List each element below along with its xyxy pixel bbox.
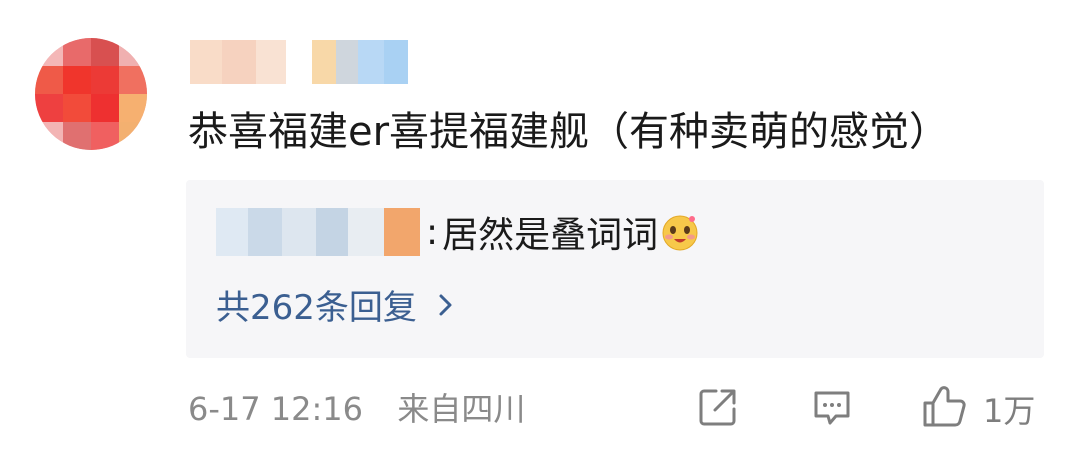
chevron-right-icon — [435, 289, 457, 319]
avatar-mosaic-tile — [63, 122, 91, 150]
location: 来自四川 — [397, 390, 526, 428]
avatar-mosaic-tile — [63, 66, 91, 94]
blur-block — [256, 40, 286, 84]
blur-block — [248, 208, 282, 256]
reply-username-blurred[interactable] — [216, 208, 420, 256]
thumbs-up-icon — [921, 383, 969, 435]
blur-block — [190, 40, 222, 84]
avatar-mosaic-tile — [35, 122, 63, 150]
reply-preview-box[interactable]: : 居然是叠词词 共262条回复 — [186, 180, 1044, 358]
view-replies-link[interactable]: 共262条回复 — [216, 280, 457, 328]
like-count: 1万 — [983, 392, 1036, 430]
avatar-mosaic-tile — [91, 38, 119, 66]
reply-count-label: 共262条回复 — [216, 287, 417, 328]
blur-block — [336, 40, 358, 84]
comment-icon — [810, 385, 854, 433]
avatar-mosaic-tile — [91, 122, 119, 150]
timestamp: 6-17 12:16 — [188, 390, 364, 428]
blur-block — [282, 208, 316, 256]
reply-separator: : — [426, 211, 439, 253]
share-button[interactable] — [696, 387, 740, 431]
user-badge-blurred — [312, 40, 408, 84]
avatar-mosaic-tile — [119, 122, 147, 150]
avatar-mosaic-tile — [119, 94, 147, 122]
avatar-mosaic-tile — [119, 38, 147, 66]
avatar-mosaic-tile — [91, 66, 119, 94]
blush-emoji-icon — [660, 212, 700, 252]
blur-block — [384, 40, 408, 84]
reply-preview: : 居然是叠词词 — [216, 206, 700, 258]
comment-text: 恭喜福建er喜提福建舰（有种卖萌的感觉） — [188, 109, 950, 155]
avatar-mosaic-tile — [119, 66, 147, 94]
comment-meta: 6-17 12:16 来自四川 — [188, 383, 525, 435]
avatar-mosaic-tile — [91, 94, 119, 122]
blur-block — [222, 40, 256, 84]
comment-footer: 6-17 12:16 来自四川 1万 — [188, 383, 1048, 435]
blur-block — [384, 208, 420, 256]
avatar[interactable] — [35, 38, 147, 150]
avatar-mosaic-tile — [63, 38, 91, 66]
avatar-mosaic-tile — [35, 38, 63, 66]
blur-block — [358, 40, 384, 84]
avatar-mosaic-tile — [35, 66, 63, 94]
avatar-mosaic-tile — [35, 94, 63, 122]
blur-block — [216, 208, 248, 256]
comment-button[interactable] — [810, 387, 854, 431]
like-button[interactable]: 1万 — [921, 386, 1036, 431]
username-blurred[interactable] — [190, 40, 286, 84]
blur-block — [316, 208, 348, 256]
avatar-mosaic-tile — [63, 94, 91, 122]
blur-block — [348, 208, 384, 256]
blur-block — [312, 40, 336, 84]
share-icon — [696, 385, 740, 433]
reply-text: 居然是叠词词 — [442, 215, 659, 256]
